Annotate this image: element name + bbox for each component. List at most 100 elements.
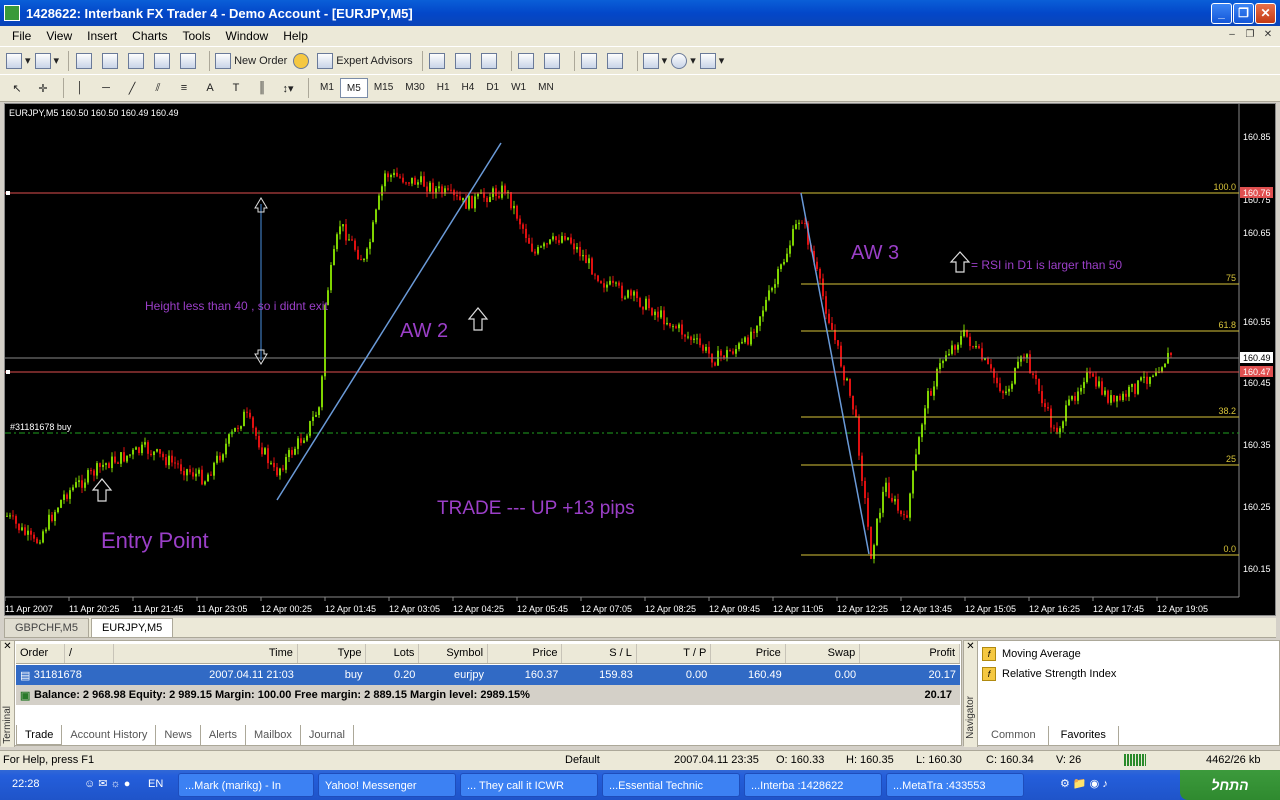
- tab-common[interactable]: Common: [979, 726, 1048, 746]
- menu-view[interactable]: View: [40, 29, 81, 43]
- tf-d1[interactable]: D1: [480, 78, 505, 98]
- tf-m5[interactable]: M5: [339, 78, 368, 98]
- auto-scroll-button[interactable]: [580, 50, 602, 72]
- text-label-button[interactable]: T: [225, 77, 247, 99]
- col-symbol[interactable]: Symbol: [419, 644, 489, 663]
- line-chart-button[interactable]: [480, 50, 502, 72]
- col-current-price[interactable]: Price: [711, 644, 786, 663]
- crosshair-button[interactable]: ✛: [32, 77, 54, 99]
- tab-news[interactable]: News: [156, 725, 201, 745]
- expert-advisors-button[interactable]: Expert Advisors: [317, 50, 413, 72]
- close-button[interactable]: ✕: [1255, 3, 1276, 24]
- text-button[interactable]: A: [199, 77, 221, 99]
- strategy-tester-button[interactable]: [178, 50, 200, 72]
- menu-charts[interactable]: Charts: [126, 29, 176, 43]
- price-chart[interactable]: 100.0 75 61.8 38.2 25 0.0 EURJPY,M5 160.…: [5, 104, 1277, 617]
- col-time[interactable]: Time: [114, 644, 298, 663]
- start-button[interactable]: התחל: [1180, 770, 1280, 800]
- periods-button[interactable]: ▾: [671, 50, 696, 72]
- bar-chart-button[interactable]: [428, 50, 450, 72]
- tab-trade[interactable]: Trade: [16, 725, 63, 745]
- mdi-close-button[interactable]: ✕: [1260, 28, 1276, 42]
- menu-tools[interactable]: Tools: [177, 29, 220, 43]
- chart-window[interactable]: 100.0 75 61.8 38.2 25 0.0 EURJPY,M5 160.…: [4, 103, 1276, 616]
- minimize-button[interactable]: _: [1211, 3, 1232, 24]
- col-type[interactable]: Type: [298, 644, 367, 663]
- language-indicator[interactable]: EN: [148, 778, 163, 790]
- close-icon[interactable]: ✕: [1, 641, 14, 652]
- aw2-trendline[interactable]: [276, 142, 502, 501]
- menu-window[interactable]: Window: [220, 29, 278, 43]
- vertical-line-button[interactable]: │: [69, 77, 91, 99]
- candle-body: [267, 448, 269, 464]
- navigator-item-moving-average[interactable]: f Moving Average: [982, 645, 1081, 663]
- indicators-button[interactable]: ▾: [642, 50, 667, 72]
- arrows-button[interactable]: ↕▾: [277, 77, 299, 99]
- taskbar-item[interactable]: ...Interba :1428622: [744, 773, 882, 797]
- restore-button[interactable]: ❐: [1233, 3, 1254, 24]
- templates-button[interactable]: ▾: [699, 50, 724, 72]
- menu-insert[interactable]: Insert: [81, 29, 126, 43]
- taskbar-item[interactable]: ...Essential Technic: [602, 773, 740, 797]
- menu-file[interactable]: File: [6, 29, 40, 43]
- market-watch-button[interactable]: [74, 50, 96, 72]
- taskbar-item[interactable]: ... They call it ICWR: [460, 773, 598, 797]
- zoom-out-button[interactable]: [543, 50, 565, 72]
- tab-journal[interactable]: Journal: [301, 725, 354, 745]
- candle-body: [909, 493, 911, 518]
- horizontal-line-icon: ─: [102, 82, 110, 94]
- taskbar-item[interactable]: ...MetaTra :433553: [886, 773, 1024, 797]
- period-separators-button[interactable]: ║: [251, 77, 273, 99]
- col-price[interactable]: Price: [488, 644, 563, 663]
- new-chart-button[interactable]: ▾: [6, 50, 31, 72]
- tf-m30[interactable]: M30: [399, 78, 430, 98]
- candle-body: [66, 494, 68, 499]
- navigator-button[interactable]: [126, 50, 148, 72]
- col-sl[interactable]: S / L: [562, 644, 637, 663]
- zoom-in-button[interactable]: [517, 50, 539, 72]
- time-tick: 12 Apr 00:25: [261, 604, 312, 614]
- metaeditor-button[interactable]: [291, 50, 313, 72]
- cursor-button[interactable]: ↖: [6, 77, 28, 99]
- tf-mn[interactable]: MN: [532, 78, 560, 98]
- terminal-button[interactable]: [152, 50, 174, 72]
- col-lots[interactable]: Lots: [366, 644, 420, 663]
- mdi-minimize-button[interactable]: ‒: [1224, 28, 1240, 42]
- data-window-button[interactable]: [100, 50, 122, 72]
- fibonacci-button[interactable]: ≡: [173, 77, 195, 99]
- mdi-restore-button[interactable]: ❐: [1242, 28, 1258, 42]
- candle-body: [57, 507, 59, 513]
- line-handle[interactable]: [6, 191, 10, 195]
- system-tray-icons[interactable]: ⚙ 📁 ◉ ♪: [1060, 777, 1108, 790]
- tf-m1[interactable]: M1: [314, 78, 340, 98]
- menu-help[interactable]: Help: [277, 29, 317, 43]
- close-icon[interactable]: ✕: [964, 641, 977, 652]
- tf-h1[interactable]: H1: [431, 78, 456, 98]
- trendline-button[interactable]: ╱: [121, 77, 143, 99]
- tab-favorites[interactable]: Favorites: [1047, 726, 1119, 746]
- tab-mailbox[interactable]: Mailbox: [246, 725, 301, 745]
- col-tp[interactable]: T / P: [637, 644, 712, 663]
- tab-alerts[interactable]: Alerts: [201, 725, 246, 745]
- quick-launch-icons[interactable]: ☺ ✉ ☼ ●: [84, 777, 130, 790]
- navigator-item-rsi[interactable]: f Relative Strength Index: [982, 665, 1116, 683]
- tf-w1[interactable]: W1: [505, 78, 532, 98]
- tab-gbpchf[interactable]: GBPCHF,M5: [4, 618, 89, 637]
- taskbar-item[interactable]: ...Mark (marikg) - In: [178, 773, 314, 797]
- profiles-button[interactable]: ▾: [34, 50, 59, 72]
- horizontal-line-button[interactable]: ─: [95, 77, 117, 99]
- taskbar-item[interactable]: Yahoo! Messenger: [318, 773, 456, 797]
- tf-h4[interactable]: H4: [456, 78, 481, 98]
- tf-m15[interactable]: M15: [368, 78, 399, 98]
- col-order[interactable]: Order: [16, 644, 66, 663]
- channel-button[interactable]: ⫽: [147, 77, 169, 99]
- candlestick-button[interactable]: [454, 50, 476, 72]
- chart-shift-button[interactable]: [606, 50, 628, 72]
- tab-eurjpy[interactable]: EURJPY,M5: [90, 618, 174, 637]
- col-swap[interactable]: Swap: [786, 644, 861, 663]
- new-order-button[interactable]: New Order: [215, 50, 287, 72]
- col-profit[interactable]: Profit: [860, 644, 961, 663]
- tab-account-history[interactable]: Account History: [62, 725, 157, 745]
- table-row[interactable]: ▤ 31181678 2007.04.11 21:03 buy 0.20 eur…: [16, 665, 960, 685]
- line-handle[interactable]: [6, 370, 10, 374]
